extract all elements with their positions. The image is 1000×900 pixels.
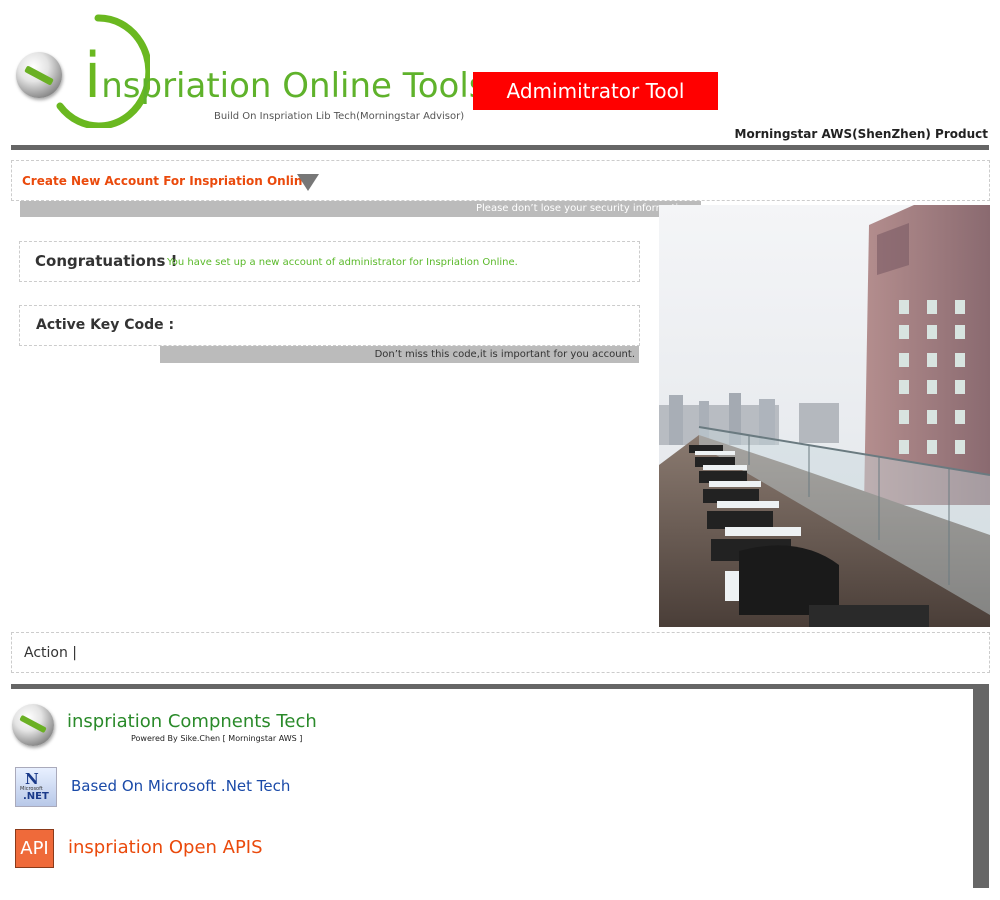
app-subtitle: Build On Inspriation Lib Tech(Morningsta…	[214, 111, 465, 122]
action-bar[interactable]: Action |	[11, 632, 990, 673]
footer-divider	[11, 684, 989, 689]
app-title-letter: i	[84, 39, 102, 112]
dotnet-icon-label: .NET	[23, 791, 49, 802]
active-key-code-label: Active Key Code :	[36, 317, 175, 333]
admin-tool-badge: Admimitrator Tool	[473, 72, 718, 110]
footer-dotnet-title[interactable]: Based On Microsoft .Net Tech	[71, 777, 290, 795]
app-title: inspriation Online Tools	[84, 36, 487, 116]
header-divider	[11, 145, 989, 150]
api-icon: API	[15, 829, 54, 868]
logo-ball-icon	[16, 52, 62, 98]
dotnet-icon: N Microsoft .NET	[15, 767, 57, 807]
footer-credit: Powered By Sike.Chen [ Morningstar AWS ]	[131, 734, 303, 743]
congratulations-message: You have set up a new account of adminis…	[167, 257, 518, 268]
active-key-code-box: Active Key Code :	[19, 305, 640, 346]
security-note: Please don’t lose your security informat…	[20, 201, 701, 217]
inspriation-ball-icon	[12, 704, 54, 746]
footer-open-apis-title[interactable]: inspriation Open APIS	[68, 837, 263, 858]
app-title-text: nspriation Online Tools	[101, 66, 487, 106]
terrace-photo	[659, 205, 990, 627]
create-account-section-header[interactable]: Create New Account For Inspriation Onlin…	[11, 160, 990, 201]
triangle-down-icon[interactable]	[297, 174, 319, 191]
congratulations-heading: Congratuations !	[35, 252, 178, 270]
terrace-photo-image	[659, 205, 990, 627]
right-rail	[973, 689, 989, 888]
key-code-note: Don’t miss this code,it is important for…	[160, 346, 639, 363]
section-title: Create New Account For Inspriation Onlin…	[22, 174, 311, 188]
congratulations-box: Congratuations ! You have set up a new a…	[19, 241, 640, 282]
action-label: Action |	[24, 645, 78, 661]
footer-components-title[interactable]: inspriation Compnents Tech	[67, 711, 317, 732]
product-line: Morningstar AWS(ShenZhen) Product	[734, 127, 988, 141]
